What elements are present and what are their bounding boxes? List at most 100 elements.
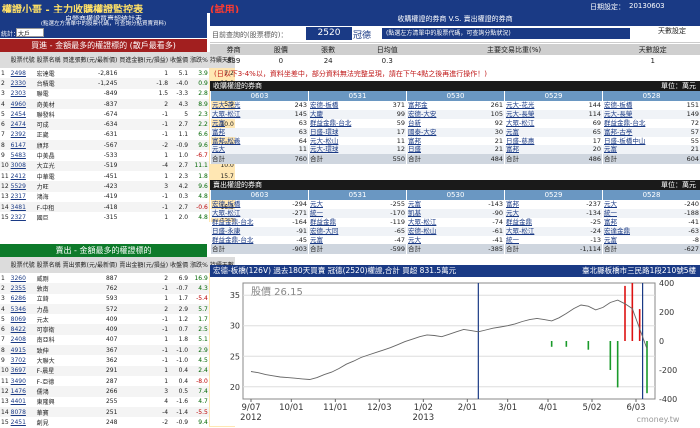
sell-broker-value: -25 — [590, 217, 601, 226]
sell-broker-link[interactable]: 日盛-永康 — [212, 227, 240, 236]
sell-broker-link[interactable]: 大眾-松江 — [408, 218, 436, 227]
buy-cell-code[interactable]: 2330 — [10, 78, 36, 88]
buy-cell-name: 大立光 — [36, 163, 55, 171]
buy-broker-row: 大慶 99 — [309, 109, 406, 119]
sell-cell-code[interactable]: 3260 — [10, 273, 36, 283]
sell-cell-code[interactable]: 3697 — [10, 366, 36, 376]
buy-broker-link[interactable]: 富邦 — [212, 128, 225, 137]
sell-broker-link[interactable]: 元大 — [310, 200, 323, 209]
sell-broker-link[interactable]: 宏德-大同 — [310, 227, 338, 236]
sell-broker-link[interactable]: 元富 — [604, 236, 617, 245]
buy-cell-code[interactable]: 5483 — [10, 150, 36, 160]
sell-broker-link[interactable]: 宏德-板橋 — [212, 200, 240, 209]
buy-cell-code[interactable]: 2454 — [10, 109, 36, 119]
sell-broker-link[interactable]: 大眾-松江 — [506, 227, 534, 236]
buy-broker-link[interactable]: 富邦-古亭 — [604, 128, 632, 137]
sell-cell-close: 1.7 — [178, 295, 189, 303]
buy-broker-link[interactable]: 元富 — [506, 128, 519, 137]
buy-broker-row: 元大-環球 12 — [309, 145, 406, 155]
sell-cell-code[interactable]: 1476 — [10, 386, 36, 396]
buy-broker-link[interactable]: 富邦 — [506, 145, 519, 154]
buy-broker-link[interactable]: 富邦金 — [408, 101, 428, 110]
sell-cell-code[interactable]: 3702 — [10, 355, 36, 365]
sell-brokers-unit: 單位：萬元 — [661, 181, 696, 189]
buy-cell-code[interactable]: 2474 — [10, 119, 36, 129]
buy-cell-code[interactable]: 2498 — [10, 68, 36, 78]
sell-cell-code[interactable]: 8078 — [10, 407, 36, 417]
buy-cell-code[interactable]: 2392 — [10, 130, 36, 140]
buy-broker-link[interactable]: 元大 — [212, 145, 225, 154]
buy-cell-amt: -1 — [162, 110, 169, 118]
sell-broker-link[interactable]: 元富 — [408, 200, 421, 209]
sell-cell-qty: 572 — [105, 305, 118, 313]
sell-broker-link[interactable]: 群益金鼎-台北 — [212, 218, 253, 227]
buy-cell-code[interactable]: 2303 — [10, 89, 36, 99]
sell-broker-link[interactable]: 元大 — [604, 200, 617, 209]
buy-broker-link[interactable]: 群益金鼎-台北 — [310, 119, 351, 128]
sell-broker-link[interactable]: 群益金鼎 — [506, 218, 532, 227]
sell-broker-link[interactable]: 群益金鼎-台北 — [212, 236, 253, 245]
sell-cell-amt: -1 — [162, 346, 169, 354]
buy-cell-code[interactable]: 2327 — [10, 212, 36, 222]
buy-cell-code[interactable]: 3481 — [10, 202, 36, 212]
sell-cell-code[interactable]: 8069 — [10, 314, 36, 324]
buy-cell-code[interactable]: 2317 — [10, 192, 36, 202]
sell-broker-link[interactable]: 大眾-松江 — [212, 209, 240, 218]
sell-broker-link[interactable]: 富邦 — [604, 218, 617, 227]
buy-broker-value: 63 — [298, 127, 307, 136]
buy-broker-link[interactable]: 群益金鼎-台北 — [604, 119, 645, 128]
buy-broker-link[interactable]: 宏德-板橋 — [310, 101, 338, 110]
buy-broker-link[interactable]: 大慶 — [310, 110, 323, 119]
sell-broker-link[interactable]: 群益金鼎 — [310, 218, 336, 227]
buy-broker-link[interactable]: 元富 — [604, 145, 617, 154]
sell-row: 45346力晶57222.95.7-4.0 — [0, 303, 235, 315]
sell-cell-code[interactable]: 3490 — [10, 376, 36, 386]
sell-cell-code[interactable]: 2355 — [10, 283, 36, 293]
buy-broker-link[interactable]: 元大-長榮 — [604, 110, 632, 119]
sell-date-column: 0528 元大 -240 統一 -188 富邦 -41 宏達金鼎 -63 元富 -8 合計 -627 — [602, 190, 700, 255]
sell-cell-code[interactable]: 4915 — [10, 345, 36, 355]
sell-cell-code[interactable]: 2408 — [10, 335, 36, 345]
buy-broker-link[interactable]: 大眾-松江 — [506, 119, 534, 128]
buy-cell-code[interactable]: 2412 — [10, 171, 36, 181]
sell-broker-link[interactable]: 宏德-松山 — [408, 227, 436, 236]
buy-cell-code[interactable]: 4960 — [10, 99, 36, 109]
sell-broker-link[interactable]: 統一 — [506, 236, 519, 245]
sell-cell-code[interactable]: 5346 — [10, 304, 36, 314]
sell-broker-link[interactable]: 宏達金鼎 — [604, 227, 630, 236]
sell-cell-code[interactable]: 8422 — [10, 324, 36, 334]
sell-cell-code[interactable]: 6286 — [10, 294, 36, 304]
sell-broker-row: 元富 -8 — [603, 236, 700, 245]
buy-broker-link[interactable]: 元大-花光 — [506, 101, 534, 110]
sell-cell-chg: 2.9 — [198, 346, 208, 354]
sell-broker-link[interactable]: 統一 — [604, 209, 617, 218]
buy-broker-link[interactable]: 元大-環球 — [310, 145, 338, 154]
buy-broker-link[interactable]: 大眾-松江 — [212, 110, 240, 119]
buy-broker-link[interactable]: 宏德-大安 — [408, 110, 436, 119]
buy-broker-link[interactable]: 日盛 — [408, 145, 421, 154]
sell-broker-link[interactable]: 元大 — [408, 236, 421, 245]
sell-broker-link[interactable]: 元富 — [310, 236, 323, 245]
buy-broker-link[interactable]: 台新 — [408, 119, 421, 128]
buy-broker-link[interactable]: 宏德-板橋 — [604, 101, 632, 110]
sell-broker-link[interactable]: 元大 — [506, 209, 519, 218]
stat-select-row: 統計： 大戶 — [0, 28, 207, 38]
sell-broker-link[interactable]: 統一 — [310, 209, 323, 218]
buy-broker-link[interactable]: 元大-花光 — [212, 101, 240, 110]
buy-broker-link[interactable]: 元大-長榮 — [506, 110, 534, 119]
buy-cell-code[interactable]: 5529 — [10, 181, 36, 191]
buy-broker-link[interactable]: 元富 — [212, 119, 225, 128]
stat-select[interactable]: 大戶 — [16, 28, 44, 38]
sell-cell-code[interactable]: 4401 — [10, 397, 36, 407]
buy-cell-code[interactable]: 3008 — [10, 161, 36, 171]
buy-cell-code[interactable]: 6147 — [10, 140, 36, 150]
stats-val-days[interactable]: 1 — [605, 55, 700, 66]
buy-broker-link[interactable]: 日盛-環球 — [310, 128, 338, 137]
sell-broker-link[interactable]: 凱基 — [408, 209, 421, 218]
date-value[interactable]: 20130603 — [629, 2, 665, 10]
sell-cell-name: 元太 — [36, 316, 49, 324]
buy-broker-link[interactable]: 國泰-大安 — [408, 128, 436, 137]
sell-broker-link[interactable]: 富邦 — [506, 200, 519, 209]
stats-val-price: 0 — [278, 56, 284, 65]
stock-code-input[interactable]: 2520 — [306, 27, 352, 40]
